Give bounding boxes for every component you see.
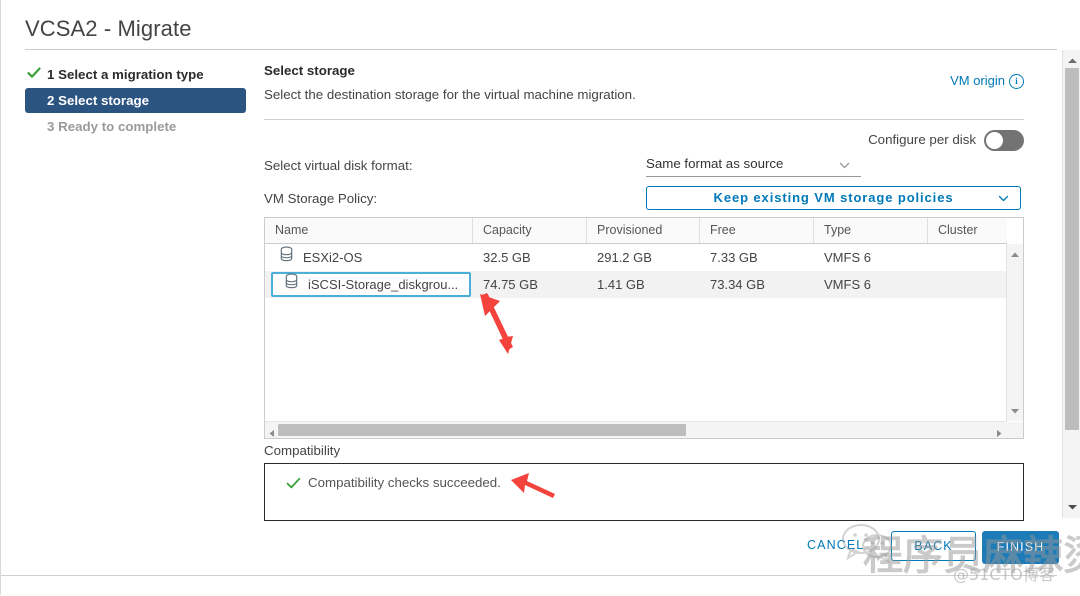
scroll-right-arrow-icon[interactable]: [995, 426, 1003, 441]
pane-divider: [264, 119, 1024, 120]
page-title: VCSA2 - Migrate: [25, 16, 192, 41]
table-horizontal-scrollbar[interactable]: [265, 421, 1007, 438]
info-icon[interactable]: i: [1009, 74, 1024, 89]
toggle-knob: [986, 132, 1003, 149]
title-divider: [25, 49, 1057, 50]
dialog-vertical-scrollbar[interactable]: [1062, 50, 1080, 518]
selected-datastore-cell[interactable]: iSCSI-Storage_diskgrou...: [271, 272, 471, 297]
wizard-step-nav: 1 Select a migration type 2 Select stora…: [25, 62, 250, 140]
column-header-type[interactable]: Type: [814, 218, 928, 243]
checkmark-icon: [27, 63, 41, 78]
scroll-down-arrow-icon[interactable]: [1067, 499, 1078, 514]
sidebar-item-label: 3 Ready to complete: [47, 119, 177, 134]
sidebar-item-ready-to-complete[interactable]: 3 Ready to complete: [25, 114, 250, 139]
disk-format-select[interactable]: Same format as source: [646, 156, 861, 177]
scroll-up-arrow-icon[interactable]: [1010, 247, 1020, 262]
cell-type: VMFS 6: [824, 250, 871, 265]
storage-policy-value: Keep existing VM storage policies: [713, 190, 954, 205]
vertical-scroll-thumb[interactable]: [1065, 68, 1079, 430]
horizontal-scroll-thumb[interactable]: [278, 424, 686, 436]
table-body: ESXi2-OS 32.5 GB 291.2 GB 7.33 GB VMFS 6: [265, 244, 1007, 298]
configure-per-disk-label: Configure per disk: [868, 132, 976, 147]
cancel-button[interactable]: CANCEL: [807, 538, 864, 552]
column-header-provisioned[interactable]: Provisioned: [587, 218, 700, 243]
storage-policy-label: VM Storage Policy:: [264, 191, 378, 206]
finish-button[interactable]: FINISH: [982, 531, 1059, 564]
cell-free: 7.33 GB: [710, 250, 758, 265]
table-header-row: Name Capacity Provisioned Free Type Clus…: [265, 218, 1007, 244]
compatibility-label: Compatibility: [264, 443, 341, 458]
column-header-name[interactable]: Name: [265, 218, 473, 243]
dialog-title-bar: VCSA2 - Migrate: [25, 14, 1057, 52]
storage-policy-select[interactable]: Keep existing VM storage policies: [646, 186, 1021, 210]
datastore-name: ESXi2-OS: [303, 250, 363, 265]
cell-name[interactable]: ESXi2-OS: [265, 244, 473, 271]
column-header-cluster[interactable]: Cluster: [928, 218, 1007, 243]
configure-per-disk-row: Configure per disk: [264, 130, 1024, 152]
compatibility-panel: Compatibility checks succeeded.: [264, 463, 1024, 521]
sidebar-item-label: 2 Select storage: [47, 93, 149, 108]
scroll-up-arrow-icon[interactable]: [1067, 53, 1078, 68]
cell-capacity: 32.5 GB: [483, 250, 531, 265]
datastore-table: Name Capacity Provisioned Free Type Clus…: [264, 217, 1024, 439]
chevron-down-icon: [997, 192, 1010, 205]
sidebar-item-select-migration-type[interactable]: 1 Select a migration type: [25, 62, 250, 87]
datastore-name: iSCSI-Storage_diskgrou...: [308, 277, 459, 292]
sidebar-item-select-storage[interactable]: 2 Select storage: [25, 88, 246, 113]
configure-per-disk-toggle[interactable]: [984, 130, 1024, 151]
datastore-icon: [279, 244, 294, 271]
cell-name[interactable]: iSCSI-Storage_diskgrou...: [265, 272, 473, 297]
cell-free: 73.34 GB: [710, 277, 765, 292]
column-header-free[interactable]: Free: [700, 218, 814, 243]
table-row[interactable]: ESXi2-OS 32.5 GB 291.2 GB 7.33 GB VMFS 6: [265, 244, 1007, 271]
scroll-left-arrow-icon[interactable]: [268, 426, 276, 441]
chevron-down-icon: [838, 159, 851, 172]
scroll-down-arrow-icon[interactable]: [1010, 403, 1020, 418]
cell-capacity: 74.75 GB: [483, 277, 538, 292]
vm-origin-link[interactable]: VM origin i: [950, 73, 1024, 89]
disk-format-value: Same format as source: [646, 156, 784, 171]
pane-heading: Select storage: [264, 63, 355, 78]
datastore-icon: [284, 272, 299, 297]
cell-provisioned: 291.2 GB: [597, 250, 652, 265]
sidebar-item-label: 1 Select a migration type: [47, 67, 204, 82]
migrate-wizard-dialog: VCSA2 - Migrate 1 Select a migration typ…: [0, 0, 1080, 596]
back-button[interactable]: BACK: [891, 531, 976, 561]
cell-type: VMFS 6: [824, 277, 871, 292]
table-vertical-scrollbar[interactable]: [1006, 244, 1023, 421]
pane-description: Select the destination storage for the v…: [264, 87, 636, 102]
scrollbar-corner: [1007, 422, 1023, 438]
compatibility-message: Compatibility checks succeeded.: [308, 475, 501, 490]
pane-header: Select storage Select the destination st…: [264, 62, 1024, 105]
cell-provisioned: 1.41 GB: [597, 277, 645, 292]
disk-format-label: Select virtual disk format:: [264, 158, 413, 173]
vm-origin-label: VM origin: [950, 73, 1005, 88]
dialog-footer-divider: [1, 575, 1057, 596]
table-row[interactable]: iSCSI-Storage_diskgrou... 74.75 GB 1.41 …: [265, 271, 1007, 298]
column-header-capacity[interactable]: Capacity: [473, 218, 587, 243]
checkmark-icon: [286, 476, 301, 494]
